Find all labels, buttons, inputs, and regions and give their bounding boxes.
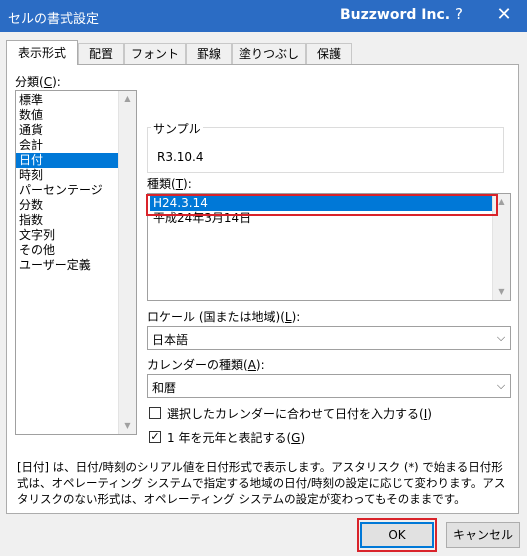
first-year-gannen-label[interactable]: 1 年を元年と表記する(G) [167, 429, 305, 446]
tab-panel: 分類(C): 標準 数値 通貨 会計 日付 時刻 パーセンテージ 分数 指数 文… [6, 64, 519, 514]
category-label: 分類(C): [15, 75, 61, 89]
chevron-down-icon[interactable]: ⌵ [492, 375, 510, 397]
tab-border[interactable]: 罫線 [186, 43, 232, 64]
input-by-calendar-checkbox[interactable] [149, 407, 161, 419]
scroll-up-icon[interactable]: ▲ [493, 194, 510, 210]
calendar-value: 和暦 [152, 381, 177, 395]
ok-button[interactable]: OK [360, 522, 434, 548]
format-description: [日付] は、日付/時刻のシリアル値を日付形式で表示します。アスタリスク (*)… [17, 460, 506, 506]
tab-protection[interactable]: 保護 [306, 43, 352, 64]
calendar-select[interactable]: 和暦 ⌵ [147, 374, 511, 398]
help-button[interactable]: ? [451, 5, 467, 25]
scroll-up-icon[interactable]: ▲ [119, 91, 136, 107]
scroll-down-icon[interactable]: ▼ [119, 418, 136, 434]
scroll-down-icon[interactable]: ▼ [493, 284, 510, 300]
type-item[interactable]: 平成24年3月14日 [150, 211, 492, 226]
tab-number-format[interactable]: 表示形式 [6, 40, 78, 65]
close-icon[interactable]: ✕ [494, 4, 514, 26]
locale-select[interactable]: 日本語 ⌵ [147, 326, 511, 350]
window-title: セルの書式設定 [8, 12, 100, 27]
tab-fill[interactable]: 塗りつぶし [232, 43, 306, 64]
brand-label: Buzzword Inc. [340, 7, 451, 23]
first-year-gannen-checkbox[interactable]: ✓ [149, 431, 161, 443]
calendar-label: カレンダーの種類(A): [147, 358, 265, 372]
category-list[interactable]: 標準 数値 通貨 会計 日付 時刻 パーセンテージ 分数 指数 文字列 その他 … [15, 90, 137, 435]
sample-value: R3.10.4 [157, 150, 204, 164]
locale-label: ロケール (国または地域)(L): [147, 310, 301, 324]
category-scrollbar[interactable]: ▲ ▼ [118, 91, 136, 434]
chevron-down-icon[interactable]: ⌵ [492, 327, 510, 349]
locale-value: 日本語 [152, 333, 189, 347]
sample-label: サンプル [151, 120, 203, 137]
input-by-calendar-label[interactable]: 選択したカレンダーに合わせて日付を入力する(I) [167, 405, 432, 422]
type-item-selected[interactable]: H24.3.14 [150, 196, 492, 211]
type-list[interactable]: H24.3.14 平成24年3月14日 ▲ ▼ [147, 193, 511, 301]
tab-alignment[interactable]: 配置 [78, 43, 124, 64]
title-bar: セルの書式設定 Buzzword Inc. ? ✕ [0, 0, 527, 32]
tab-font[interactable]: フォント [124, 43, 186, 64]
dialog-body: 表示形式 配置 フォント 罫線 塗りつぶし 保護 分類(C): 標準 数値 通貨… [0, 32, 527, 556]
type-scrollbar[interactable]: ▲ ▼ [492, 194, 510, 300]
cancel-button[interactable]: キャンセル [446, 522, 520, 548]
type-label: 種類(T): [147, 177, 192, 191]
